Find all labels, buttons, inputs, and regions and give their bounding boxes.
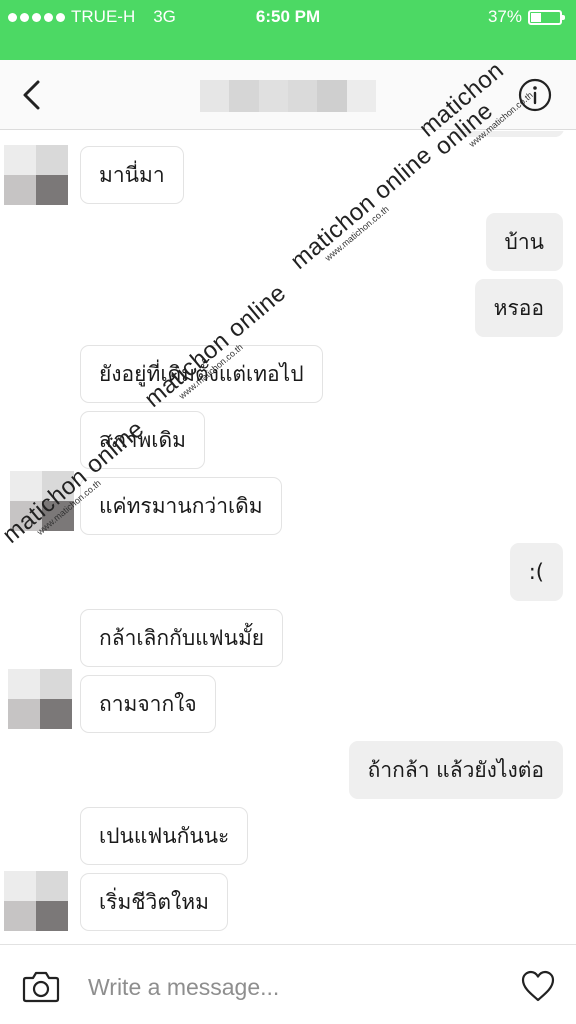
message-composer [0,944,576,1024]
message-thread[interactable]: มานี่มา บ้าน หรออ ยังอยู่ที่เดิมตั้งแต่เ… [0,131,576,944]
chevron-left-icon [23,80,40,110]
message-bubble-incoming[interactable]: กล้าเลิกกับแฟนมั้ย [80,609,284,667]
message-bubble-outgoing[interactable]: :( [509,543,563,601]
avatar[interactable] [10,471,74,531]
camera-button[interactable] [22,969,60,1003]
contact-name-blurred [200,80,376,112]
info-button[interactable] [518,78,552,112]
message-bubble-outgoing[interactable]: บ้าน [485,213,563,271]
battery-percent: 37% [487,7,522,26]
message-bubble-incoming[interactable]: เริ่มชีวิตใหม [80,873,228,931]
previous-message-edge [454,131,564,137]
message-bubble-incoming[interactable]: สภาพเดิม [80,411,205,469]
avatar[interactable] [8,669,72,729]
message-bubble-incoming[interactable]: แค่ทรมานกว่าเดิม [80,477,282,535]
info-icon [518,78,552,112]
avatar[interactable] [4,871,68,931]
back-button[interactable] [14,76,50,114]
message-bubble-outgoing[interactable]: ถ้ากล้า แล้วยังไงต่อ [348,741,563,799]
message-bubble-incoming[interactable]: เปนแฟนกันนะ [80,807,249,865]
status-bar: TRUE-H 3G 6:50 PM 37% [0,0,576,34]
like-button[interactable] [520,969,556,1003]
conversation-header [0,60,576,130]
status-bar-extension [0,34,576,60]
heart-icon [521,970,555,1002]
message-input[interactable] [88,967,488,1007]
message-bubble-outgoing[interactable]: หรออ [474,279,563,337]
camera-icon [22,971,60,1003]
battery-icon [528,9,565,25]
message-bubble-incoming[interactable]: ถามจากใจ [80,675,216,733]
message-bubble-incoming[interactable]: ยังอยู่ที่เดิมตั้งแต่เทอไป [80,345,323,403]
avatar[interactable] [4,145,68,205]
message-bubble-incoming[interactable]: มานี่มา [80,146,184,204]
